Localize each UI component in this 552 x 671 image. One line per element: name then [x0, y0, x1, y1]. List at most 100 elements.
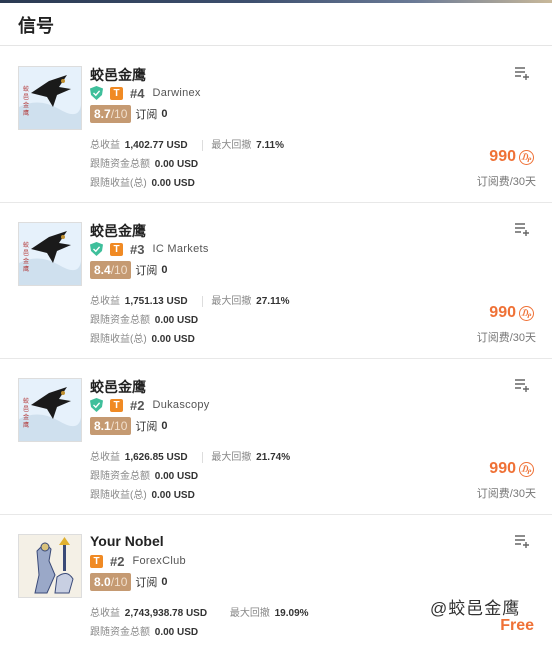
svg-text:蛟: 蛟 — [23, 85, 29, 93]
svg-text:金: 金 — [23, 257, 29, 265]
add-to-list-icon[interactable] — [514, 533, 530, 549]
knight-avatar-image — [19, 535, 81, 597]
profit-value: 2,743,938.78 USD — [124, 608, 208, 619]
signal-badges: T #2 Dukascopy — [90, 397, 210, 413]
signal-avatar[interactable] — [18, 534, 82, 598]
price-value: 990 — [489, 304, 516, 321]
profit-label: 总收益 — [90, 608, 120, 619]
follow-profit-label: 跟随收益(总) — [90, 178, 147, 189]
tier-badge-icon: T — [110, 86, 123, 100]
follow-profit-value: 0.00 USD — [151, 178, 195, 189]
drawdown-label: 最大回撤 — [202, 296, 252, 307]
add-to-list-icon[interactable] — [514, 377, 530, 393]
follow-profit-value: 0.00 USD — [151, 490, 195, 501]
subscription-label: 订阅 — [135, 109, 158, 121]
eagle-logo-image: 蛟 邑 金 鹰 — [19, 67, 81, 129]
signal-name[interactable]: Your Nobel — [90, 533, 164, 549]
subscription-label: 订阅 — [135, 265, 158, 277]
follow-profit-value: 0.00 USD — [151, 334, 195, 345]
drawdown-value: 19.09% — [274, 608, 309, 619]
follow-funds-value: 0.00 USD — [154, 627, 199, 638]
coin-icon: ₯ — [519, 305, 534, 321]
add-to-list-icon[interactable] — [514, 65, 530, 81]
free-price[interactable]: Free — [500, 617, 534, 635]
signal-card[interactable]: Your Nobel T #2 ForexClub 8.0 /10 订阅 0 总… — [0, 515, 552, 671]
signal-broker: Dukascopy — [152, 399, 210, 411]
page-header: 信号 — [0, 3, 552, 46]
subscription-count: 0 — [161, 420, 168, 432]
verified-shield-icon — [90, 398, 103, 412]
signal-stats: 总收益 2,743,938.78 USD 最大回撤 19.09% 跟随资金总额 … — [90, 604, 309, 642]
verified-shield-icon — [90, 86, 103, 100]
add-to-list-icon[interactable] — [514, 221, 530, 237]
follow-funds-label: 跟随资金总额 — [90, 315, 150, 326]
signal-stats: 总收益 1,626.85 USD 最大回撤 21.74% 跟随资金总额 0.00… — [90, 448, 290, 505]
watermark-text: @蛟邑金鹰 — [430, 599, 521, 618]
follow-funds-value: 0.00 USD — [154, 471, 199, 482]
signal-rank: #4 — [130, 85, 145, 101]
signal-avatar[interactable]: 蛟 邑 金 鹰 — [18, 222, 82, 286]
signal-avatar[interactable]: 蛟 邑 金 鹰 — [18, 66, 82, 130]
subscription-price[interactable]: 990 ₯ — [489, 148, 534, 166]
signal-stats: 总收益 1,751.13 USD 最大回撤 27.11% 跟随资金总额 0.00… — [90, 292, 290, 349]
subscription-price[interactable]: 990 ₯ — [489, 304, 534, 322]
signal-badges: T #3 IC Markets — [90, 241, 209, 257]
signal-rank: #2 — [110, 553, 125, 569]
follow-profit-label: 跟随收益(总) — [90, 490, 147, 501]
svg-text:蛟: 蛟 — [23, 397, 29, 405]
drawdown-label: 最大回撤 — [202, 452, 252, 463]
signal-card[interactable]: 蛟 邑 金 鹰 蛟邑金鹰 T #3 IC Markets 8.4 /10 订阅 … — [0, 203, 552, 359]
svg-text:金: 金 — [23, 101, 29, 109]
signal-stats: 总收益 1,402.77 USD 最大回撤 7.11% 跟随资金总额 0.00 … — [90, 136, 284, 193]
score-badge: 8.4 /10 — [90, 261, 132, 279]
follow-funds-value: 0.00 USD — [154, 159, 199, 170]
profit-label: 总收益 — [90, 296, 120, 307]
signal-card[interactable]: 蛟 邑 金 鹰 蛟邑金鹰 T #4 Darwinex 8.7 /10 订阅 0 … — [0, 47, 552, 203]
signal-broker: IC Markets — [152, 243, 209, 255]
tier-badge-icon: T — [110, 242, 123, 256]
signal-broker: Darwinex — [152, 87, 201, 99]
follow-funds-label: 跟随资金总额 — [90, 159, 150, 170]
signal-name[interactable]: 蛟邑金鹰 — [90, 221, 146, 241]
price-value: 990 — [489, 148, 516, 165]
profit-label: 总收益 — [90, 140, 120, 151]
svg-text:邑: 邑 — [23, 94, 29, 101]
subscription-price[interactable]: 990 ₯ — [489, 460, 534, 478]
signal-rank: #3 — [130, 241, 145, 257]
score-row: 8.0 /10 订阅 0 — [90, 573, 168, 591]
score-badge: 8.7 /10 — [90, 105, 132, 123]
price-period: 订阅费/30天 — [476, 488, 536, 500]
follow-profit-label: 跟随收益(总) — [90, 334, 147, 345]
signal-badges: T #4 Darwinex — [90, 85, 201, 101]
score-value: 8.0 — [94, 575, 111, 589]
drawdown-value: 21.74% — [256, 452, 291, 463]
profit-value: 1,751.13 USD — [124, 296, 188, 307]
drawdown-value: 27.11% — [256, 296, 290, 307]
signal-badges: T #2 ForexClub — [90, 553, 186, 569]
drawdown-label: 最大回撤 — [202, 140, 252, 151]
score-value: 8.4 — [94, 263, 111, 277]
subscription-label: 订阅 — [135, 577, 158, 589]
score-max: /10 — [110, 575, 128, 589]
signal-name[interactable]: 蛟邑金鹰 — [90, 65, 146, 85]
signal-name[interactable]: 蛟邑金鹰 — [90, 377, 146, 397]
coin-icon: ₯ — [519, 149, 534, 165]
price-period: 订阅费/30天 — [476, 176, 536, 188]
score-max: /10 — [110, 107, 128, 121]
score-badge: 8.0 /10 — [90, 573, 132, 591]
score-badge: 8.1 /10 — [90, 417, 132, 435]
signal-avatar[interactable]: 蛟 邑 金 鹰 — [18, 378, 82, 442]
score-max: /10 — [110, 419, 128, 433]
svg-text:鹰: 鹰 — [23, 421, 29, 429]
follow-funds-label: 跟随资金总额 — [90, 627, 150, 638]
svg-text:邑: 邑 — [23, 250, 29, 257]
profit-value: 1,402.77 USD — [124, 140, 188, 151]
price-period: 订阅费/30天 — [476, 332, 536, 344]
svg-text:鹰: 鹰 — [23, 265, 29, 273]
signal-card[interactable]: 蛟 邑 金 鹰 蛟邑金鹰 T #2 Dukascopy 8.1 /10 订阅 0… — [0, 359, 552, 515]
svg-text:蛟: 蛟 — [23, 241, 29, 249]
eagle-logo-image: 蛟 邑 金 鹰 — [19, 379, 81, 441]
page-title: 信号 — [18, 16, 54, 36]
score-row: 8.7 /10 订阅 0 — [90, 105, 168, 123]
coin-icon: ₯ — [519, 461, 534, 477]
